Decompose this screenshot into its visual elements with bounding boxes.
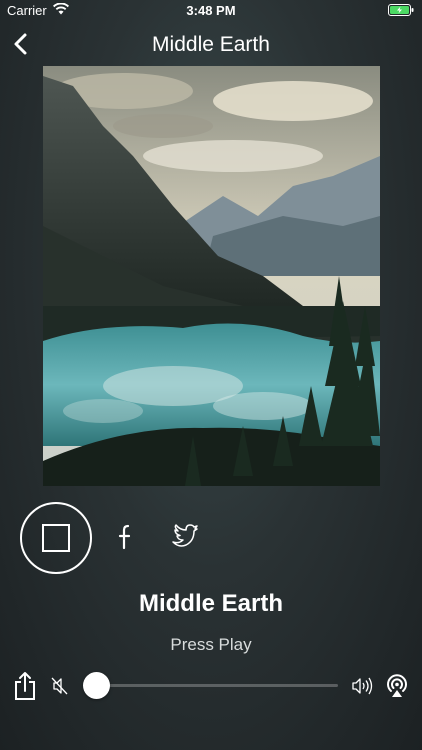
page-title: Middle Earth — [152, 33, 270, 56]
stop-button[interactable] — [20, 502, 92, 574]
airplay-icon[interactable] — [384, 672, 410, 698]
speaker-loud-icon — [352, 677, 373, 695]
facebook-icon[interactable] — [113, 522, 137, 552]
track-title: Middle Earth — [138, 590, 283, 617]
speaker-mute-icon — [51, 677, 68, 695]
album-artwork — [43, 66, 380, 486]
battery-icon — [388, 4, 414, 16]
navigation-bar: Middle Earth — [0, 22, 422, 66]
status-bar: Carrier 3:48 PM — [0, 0, 422, 22]
volume-track[interactable] — [96, 684, 338, 687]
stop-square-icon — [42, 524, 70, 552]
track-status: Press Play — [170, 635, 252, 654]
twitter-icon[interactable] — [170, 524, 198, 550]
share-icon[interactable] — [12, 670, 38, 702]
status-time: 3:48 PM — [186, 3, 236, 18]
volume-slider-thumb[interactable] — [82, 672, 110, 699]
